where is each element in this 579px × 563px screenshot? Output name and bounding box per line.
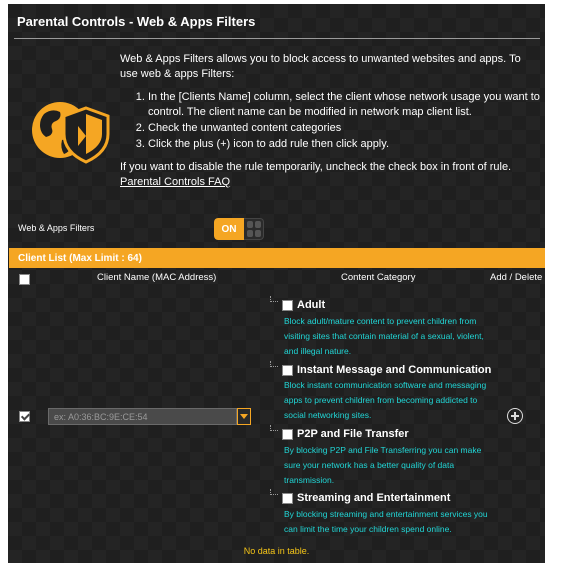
step-item: In the [Clients Name] column, select the…: [148, 90, 540, 120]
tree-connector: [270, 425, 278, 431]
mac-address-input[interactable]: [48, 408, 237, 425]
category-description: Block adult/mature content to prevent ch…: [284, 316, 484, 356]
category-title: Streaming and Entertainment: [297, 492, 451, 504]
add-delete-column-header: Add / Delete: [490, 272, 543, 283]
category-description: Block instant communication software and…: [284, 380, 487, 420]
chevron-down-icon[interactable]: [237, 408, 251, 425]
faq-link[interactable]: Parental Controls FAQ: [120, 176, 230, 188]
toggle-knob: [244, 218, 264, 240]
title-divider: [14, 38, 540, 39]
globe-shield-logo: [32, 102, 110, 164]
category-description: By blocking streaming and entertainment …: [284, 509, 488, 534]
category-title: Adult: [297, 299, 326, 311]
streaming-checkbox[interactable]: [282, 492, 293, 504]
select-all-checkbox[interactable]: [19, 274, 30, 285]
adult-checkbox[interactable]: [282, 299, 293, 311]
page-title: Parental Controls - Web & Apps Filters: [17, 14, 256, 29]
category-p2p: P2P and File Transfer: [282, 428, 409, 440]
web-apps-filters-toggle[interactable]: ON: [214, 218, 264, 240]
client-list-header: Client List (Max Limit : 64): [9, 248, 545, 268]
category-title: Instant Message and Communication: [297, 364, 492, 376]
category-adult: Adult: [282, 299, 325, 311]
category-title: P2P and File Transfer: [297, 428, 409, 440]
intro-text: Web & Apps Filters allows you to block a…: [120, 53, 521, 80]
category-instant-message: Instant Message and Communication: [282, 364, 491, 376]
client-name-column-header: Client Name (MAC Address): [97, 272, 217, 283]
note-text: If you want to disable the rule temporar…: [120, 161, 512, 173]
p2p-checkbox[interactable]: [282, 428, 293, 440]
step-item: Click the plus (+) icon to add rule then…: [148, 137, 540, 152]
instant-message-checkbox[interactable]: [282, 364, 293, 376]
add-icon[interactable]: [507, 408, 523, 424]
web-apps-filters-label: Web & Apps Filters: [18, 223, 95, 233]
tree-connector: [270, 296, 278, 302]
rule-enable-checkbox[interactable]: [19, 411, 30, 422]
steps-list: In the [Clients Name] column, select the…: [134, 90, 540, 152]
empty-table-message: No data in table.: [243, 546, 310, 556]
tree-connector: [270, 361, 278, 367]
step-item: Check the unwanted content categories: [148, 121, 540, 136]
content-category-column-header: Content Category: [341, 272, 416, 283]
description-block: Web & Apps Filters allows you to block a…: [120, 52, 540, 190]
toggle-on-label: ON: [214, 218, 244, 240]
parental-controls-panel: Parental Controls - Web & Apps Filters W…: [8, 4, 545, 563]
tree-connector: [270, 489, 278, 495]
category-streaming: Streaming and Entertainment: [282, 492, 450, 504]
category-description: By blocking P2P and File Transferring yo…: [284, 445, 482, 485]
